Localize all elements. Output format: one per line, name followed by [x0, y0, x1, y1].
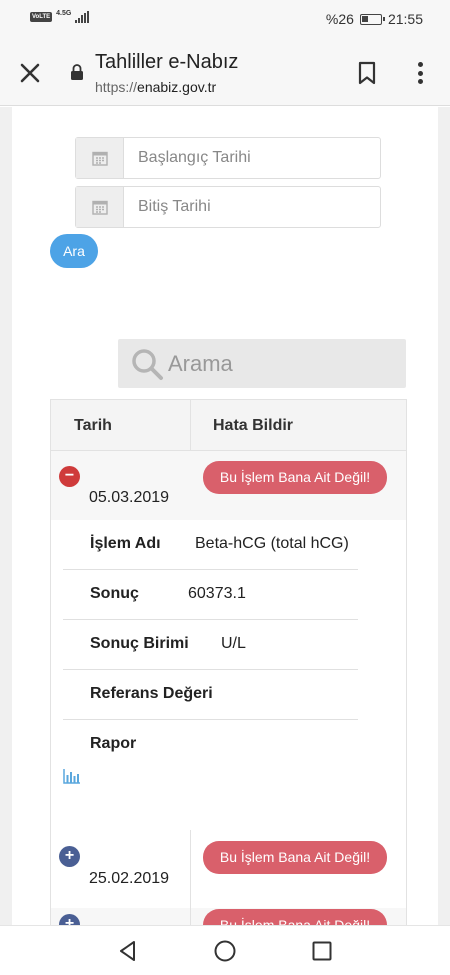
back-triangle-icon[interactable]	[116, 939, 140, 963]
detail-label: Rapor	[90, 735, 137, 752]
battery-percent: %26	[325, 11, 354, 27]
calendar-icon	[76, 187, 124, 227]
detail-value: 60373.1	[188, 585, 246, 602]
detail-label: İşlem Adı	[90, 535, 161, 552]
start-date-placeholder: Başlangıç Tarihi	[138, 149, 251, 166]
search-input[interactable]: Arama	[118, 339, 406, 388]
calendar-icon	[76, 138, 124, 178]
table-row: + 25.02.2019 Bu İşlem Bana Ait Değil!	[51, 830, 406, 908]
browser-toolbar: Tahliller e-Nabız https://enabiz.gov.tr	[0, 38, 450, 106]
detail-label: Sonuç	[90, 585, 139, 602]
url-scheme: https://	[95, 79, 138, 95]
lock-icon	[71, 64, 83, 80]
battery-icon	[359, 13, 385, 25]
detail-row: Referans Değeri	[63, 670, 358, 720]
row-details: İşlem Adı Beta-hCG (total hCG) Sonuç 603…	[51, 520, 406, 860]
recents-square-icon[interactable]	[310, 939, 334, 963]
expand-icon[interactable]: +	[59, 846, 80, 867]
report-error-button[interactable]: Bu İşlem Bana Ait Değil!	[203, 841, 387, 874]
detail-row: İşlem Adı Beta-hCG (total hCG)	[63, 520, 358, 570]
web-page: Başlangıç Tarihi Bitiş Tarihi Ara Arama …	[0, 107, 450, 925]
detail-label: Sonuç Birimi	[90, 635, 189, 652]
clock: 21:55	[387, 11, 423, 27]
search-icon	[132, 348, 163, 380]
close-icon[interactable]	[17, 60, 43, 86]
column-header-report: Hata Bildir	[213, 417, 294, 434]
row-date: 25.02.2019	[89, 870, 170, 887]
volte-indicator: VoLTE	[30, 12, 53, 22]
start-date-field[interactable]: Başlangıç Tarihi	[75, 137, 381, 179]
end-date-placeholder: Bitiş Tarihi	[138, 198, 211, 215]
detail-value: U/L	[221, 635, 246, 652]
report-error-button[interactable]: Bu İşlem Bana Ait Değil!	[203, 461, 387, 494]
page-url[interactable]: https://enabiz.gov.tr	[95, 79, 216, 95]
status-right: %26 21:55	[326, 11, 423, 27]
system-nav-bar	[0, 925, 450, 975]
phone-screen: VoLTE 4.5G %26 21:55 Tahliller e-Nabız h…	[0, 0, 450, 975]
search-button[interactable]: Ara	[50, 234, 98, 268]
detail-row: Rapor	[63, 720, 358, 770]
bar-chart-icon[interactable]	[63, 768, 81, 784]
status-bar: VoLTE 4.5G %26 21:55	[0, 0, 450, 38]
collapse-icon[interactable]: −	[59, 466, 80, 487]
url-host: enabiz.gov.tr	[137, 79, 217, 95]
detail-label: Referans Değeri	[90, 685, 213, 702]
expand-icon[interactable]: +	[59, 914, 80, 925]
table-row: − 05.03.2019 Bu İşlem Bana Ait Değil!	[51, 451, 406, 520]
detail-value: Beta-hCG (total hCG)	[195, 535, 349, 552]
table-row: + Bu İşlem Bana Ait Değil!	[51, 908, 406, 925]
end-date-field[interactable]: Bitiş Tarihi	[75, 186, 381, 228]
search-placeholder: Arama	[168, 350, 233, 376]
results-table: Tarih Hata Bildir − 05.03.2019 Bu İşlem …	[50, 399, 407, 925]
network-type: 4.5G	[56, 9, 72, 17]
row-date: 05.03.2019	[89, 489, 170, 506]
signal-icon	[75, 11, 90, 23]
detail-row: Sonuç 60373.1	[63, 570, 358, 620]
more-vertical-icon[interactable]	[412, 60, 428, 86]
table-header: Tarih Hata Bildir	[51, 400, 406, 451]
detail-row: Sonuç Birimi U/L	[63, 620, 358, 670]
column-header-date: Tarih	[74, 417, 112, 434]
status-left: VoLTE 4.5G	[30, 9, 90, 23]
bookmark-icon[interactable]	[356, 61, 378, 85]
page-content: Başlangıç Tarihi Bitiş Tarihi Ara Arama …	[12, 107, 438, 925]
page-title: Tahliller e-Nabız	[95, 51, 239, 73]
report-error-button[interactable]: Bu İşlem Bana Ait Değil!	[203, 909, 387, 925]
home-circle-icon[interactable]	[213, 939, 237, 963]
